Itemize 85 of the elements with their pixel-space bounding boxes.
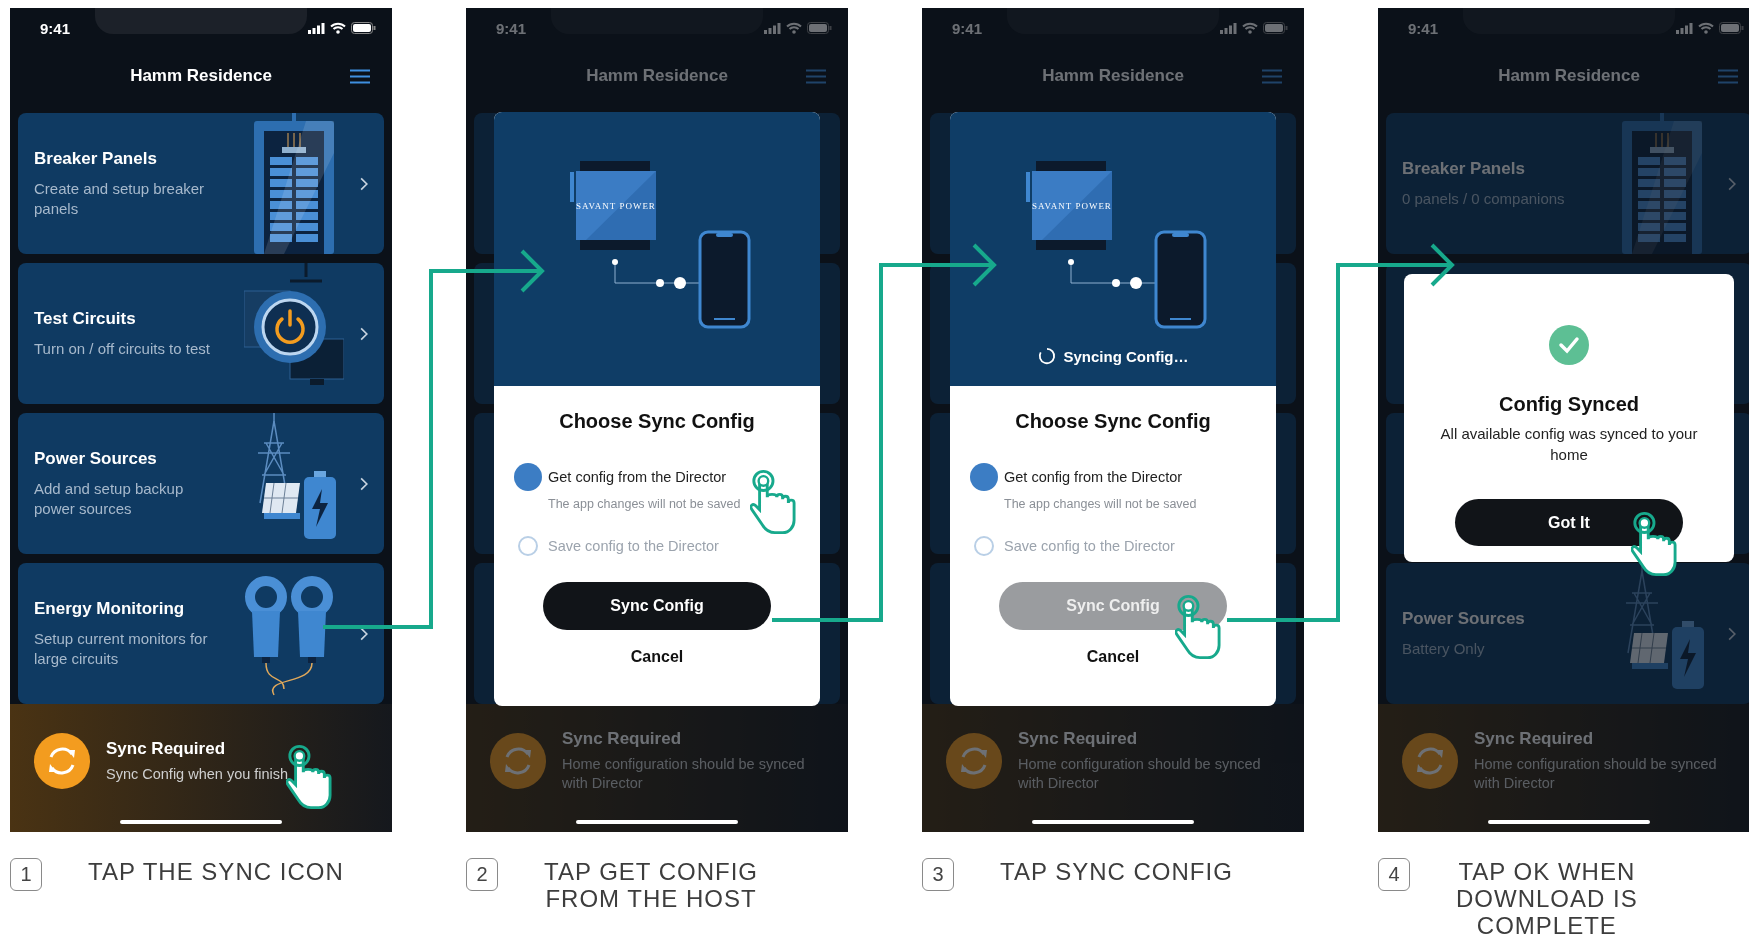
card-title: Power Sources [34,448,158,469]
step-caption: TAP THE SYNC ICON [88,858,344,885]
signal-icon [1676,22,1693,34]
banner-title: Sync Required [1474,729,1595,749]
wifi-icon [1698,22,1714,34]
radio-button[interactable] [518,536,538,556]
menu-icon[interactable] [350,69,370,84]
step-number: 4 [1378,858,1410,891]
chevron-icon [360,626,368,641]
device-label: SAVANT POWER [576,201,656,211]
card-subtitle: Add and setup backup power sources [34,478,185,519]
step-number: 2 [466,858,498,891]
step-number: 3 [922,858,954,891]
step-caption: TAP GET CONFIG FROM THE HOST [544,858,759,912]
chevron-icon [1728,176,1736,191]
card-subtitle: 0 panels / 0 companions [1402,188,1566,209]
sync-config-button[interactable]: Sync Config [543,582,771,630]
card-title: Energy Monitoring [34,598,186,619]
sync-status: Syncing Config… [1063,347,1189,365]
radio-button[interactable] [974,536,994,556]
status-time: 9:41 [496,19,527,37]
cancel-button[interactable]: Cancel [1076,644,1150,670]
sync-banner[interactable]: Sync Required Sync Config when you finish [10,704,392,832]
card-subtitle: Setup current monitors for large circuits [34,628,209,669]
card-title: Power Sources [1402,608,1526,629]
wifi-icon [1242,22,1258,34]
check-icon [1549,325,1589,365]
wifi-icon [786,22,802,34]
menu-card[interactable]: Breaker Panels Create and setup breaker panels [18,113,384,254]
battery-icon [351,22,376,34]
dialog-title: Choose Sync Config [1015,409,1211,434]
sync-banner[interactable]: Sync Required Home configuration should be synced with Director [466,704,848,832]
sync-banner[interactable]: Sync Required Home configuration should be synced with Director [922,704,1304,832]
wifi-icon [330,22,346,34]
step-caption: TAP SYNC CONFIG [1000,858,1233,885]
chevron-icon [360,176,368,191]
card-title: Breaker Panels [34,148,158,169]
step-number: 1 [10,858,42,891]
option-label[interactable]: Get config from the Director [1004,469,1183,485]
device-label: SAVANT POWER [1032,201,1112,211]
sync-banner[interactable]: Sync Required Home configuration should be synced with Director [1378,704,1749,832]
banner-subtitle: Home configuration should be synced with Director [562,755,806,793]
chevron-icon [1728,626,1736,641]
dialog-message: All available config was synced to your home [1439,424,1699,465]
option-hint: The app changes will not be saved [547,496,742,513]
radio-button[interactable] [970,463,998,491]
status-time: 9:41 [40,19,71,37]
battery-icon [1263,22,1288,34]
card-subtitle: Battery Only [1402,638,1486,659]
battery-icon [1719,22,1744,34]
dialog-title: Config Synced [1499,392,1639,417]
radio-button[interactable] [514,463,542,491]
banner-subtitle: Home configuration should be synced with Director [1018,755,1262,793]
chevron-icon [360,326,368,341]
menu-card[interactable]: Test Circuits Turn on / off circuits to test [18,263,384,404]
option-hint: The app changes will not be saved [1003,496,1198,513]
banner-title: Sync Required [106,738,227,759]
card-subtitle: Create and setup breaker panels [34,178,206,219]
card-title: Test Circuits [34,308,137,329]
step-caption: TAP OK WHEN DOWNLOAD IS COMPLETE [1456,858,1638,939]
banner-subtitle: Home configuration should be synced with Director [1474,755,1718,793]
card-title: Breaker Panels [1402,158,1526,179]
dialog-title: Choose Sync Config [559,409,755,434]
header-title: Hamm Residence [1498,66,1640,86]
status-time: 9:41 [952,19,983,37]
banner-subtitle: Sync Config when you finish [106,764,289,784]
menu-card[interactable]: Power Sources Add and setup backup power sources [18,413,384,554]
menu-card[interactable]: Energy Monitoring Setup current monitors for large circuits [18,563,384,704]
card-subtitle: Turn on / off circuits to test [34,338,211,359]
banner-title: Sync Required [562,729,683,749]
spinner-icon [1037,347,1056,365]
signal-icon [308,22,325,34]
cancel-button[interactable]: Cancel [620,644,694,670]
signal-icon [764,22,781,34]
got-it-button[interactable]: Got It [1455,499,1683,546]
header-title: Hamm Residence [130,66,272,86]
battery-icon [807,22,832,34]
banner-title: Sync Required [1018,729,1139,749]
status-time: 9:41 [1408,19,1439,37]
header-title: Hamm Residence [1042,66,1184,86]
header-title: Hamm Residence [586,66,728,86]
chevron-icon [360,476,368,491]
sync-icon[interactable] [34,733,90,789]
option-label[interactable]: Get config from the Director [548,469,727,485]
signal-icon [1220,22,1237,34]
